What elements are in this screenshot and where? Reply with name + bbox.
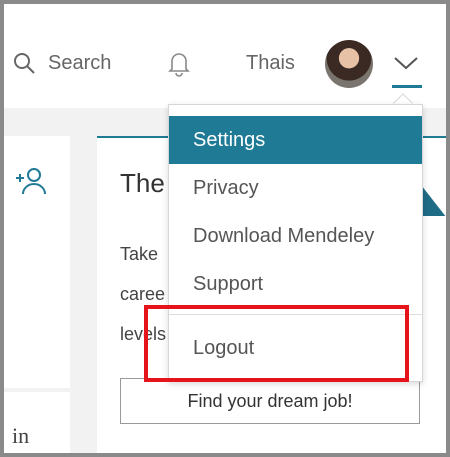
screenshot-border bbox=[0, 0, 450, 457]
